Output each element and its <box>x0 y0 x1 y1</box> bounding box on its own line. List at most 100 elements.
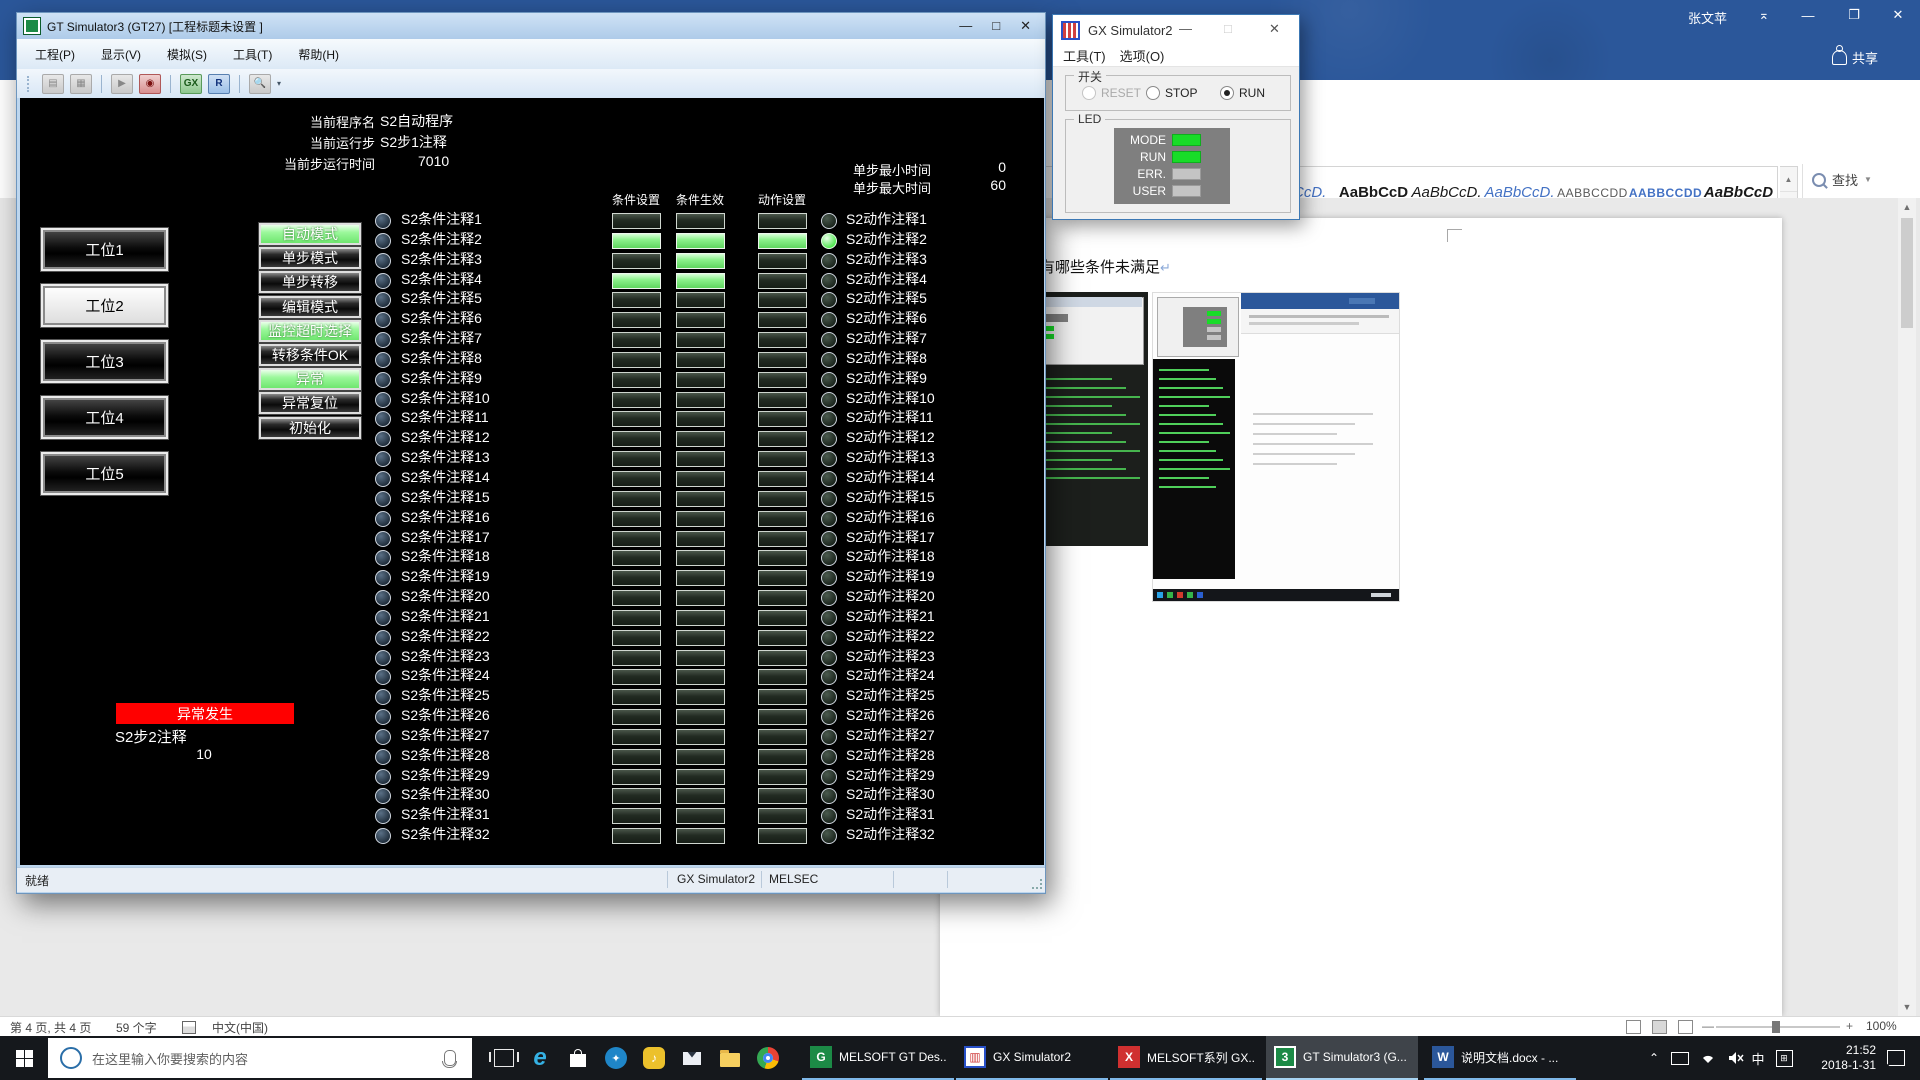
wifi-icon[interactable] <box>1696 1036 1720 1080</box>
gt-menu-模拟(S)[interactable]: 模拟(S) <box>167 46 207 63</box>
mode-button[interactable]: 转移条件OK <box>259 344 361 366</box>
station-button[interactable]: 工位2 <box>41 284 168 327</box>
mode-button[interactable]: 自动模式 <box>259 223 361 245</box>
action-center-icon[interactable] <box>1882 1036 1910 1080</box>
gt-window-title: GT Simulator3 (GT27) [工程标题未设置 ] <box>47 18 263 35</box>
gt-menu-工程(P)[interactable]: 工程(P) <box>35 46 75 63</box>
tray-chevron-icon[interactable]: ⌃ <box>1642 1036 1666 1080</box>
microphone-icon[interactable] <box>444 1050 456 1066</box>
gx-menu-工具(T)[interactable]: 工具(T) <box>1063 46 1106 65</box>
taskbar-app-gx-sim[interactable]: ▥GX Simulator2 <box>956 1036 1108 1080</box>
gt-title-bar[interactable]: GT Simulator3 (GT27) [工程标题未设置 ] — □ ✕ <box>17 13 1045 39</box>
condition-led <box>375 550 391 566</box>
word-minimize-button[interactable]: — <box>1786 0 1830 30</box>
proofing-icon[interactable] <box>182 1021 196 1034</box>
gx-minimize-button[interactable]: — <box>1179 21 1192 36</box>
condition-set-indicator <box>612 372 661 388</box>
gt-designer-icon[interactable]: R <box>208 74 230 94</box>
print-layout-icon[interactable] <box>1652 1020 1667 1034</box>
share-button[interactable]: 共享 <box>1832 48 1878 67</box>
gx-menu-选项(O)[interactable]: 选项(O) <box>1120 46 1165 65</box>
condition-valid-indicator <box>676 531 725 547</box>
zoom-out-button[interactable]: — <box>1702 1019 1714 1033</box>
gallery-scroll-up-icon[interactable]: ▲ <box>1780 167 1797 192</box>
word-restore-button[interactable]: ❐ <box>1832 0 1876 30</box>
gt-close-button[interactable]: ✕ <box>1020 18 1031 34</box>
web-layout-icon[interactable] <box>1678 1020 1693 1034</box>
gt-menu-帮助(H)[interactable]: 帮助(H) <box>298 46 339 63</box>
display-tray-icon[interactable] <box>1668 1036 1692 1080</box>
stop-simulation-icon[interactable]: ◉ <box>139 74 161 94</box>
scroll-down-icon[interactable]: ▼ <box>1898 1002 1916 1012</box>
zoom-slider-thumb[interactable] <box>1772 1021 1780 1033</box>
start-simulation-icon[interactable]: ▶ <box>111 74 133 94</box>
taskbar-clock[interactable]: 21:52 2018-1-31 <box>1800 1036 1876 1080</box>
save-project-icon[interactable]: ▦ <box>70 74 92 94</box>
action-set-indicator <box>758 491 807 507</box>
condition-valid-column <box>676 213 725 848</box>
taskbar-search-box[interactable]: 在这里输入你要搜索的内容 <box>48 1038 472 1078</box>
taskbar-app-gx-works[interactable]: XMELSOFT系列 GX... <box>1110 1036 1262 1080</box>
hmi-screen[interactable]: 当前程序名S2自动程序当前运行步S2步1注释当前步运行时间7010 单步最小时间… <box>20 98 1044 865</box>
edge-icon[interactable]: e <box>528 1046 552 1070</box>
music-app-icon[interactable]: ♪ <box>642 1046 666 1070</box>
file-explorer-icon[interactable] <box>718 1046 742 1070</box>
radio-run[interactable]: RUN <box>1220 86 1265 100</box>
toolbar-more-icon[interactable]: ▾ <box>277 79 281 88</box>
station-button[interactable]: 工位3 <box>41 340 168 383</box>
language-indicator[interactable]: 中文(中国) <box>212 1019 268 1036</box>
read-mode-icon[interactable] <box>1626 1020 1641 1034</box>
ime-language-indicator[interactable]: 中 <box>1748 1036 1768 1080</box>
task-view-button[interactable] <box>494 1049 514 1067</box>
document-text-line[interactable]: 有哪些条件未满足↵ <box>1040 256 1171 277</box>
word-close-button[interactable]: ✕ <box>1876 0 1920 30</box>
word-count[interactable]: 59 个字 <box>116 1019 157 1036</box>
start-button[interactable] <box>0 1036 48 1080</box>
page-indicator[interactable]: 第 4 页, 共 4 页 <box>10 1019 91 1036</box>
taskbar-app-word[interactable]: W说明文档.docx - ... <box>1424 1036 1576 1080</box>
taskbar-app-gt-sim[interactable]: 3GT Simulator3 (G... <box>1266 1036 1418 1080</box>
taskbar-app-gt-designer[interactable]: GMELSOFT GT Des... <box>802 1036 954 1080</box>
mode-button[interactable]: 单步转移 <box>259 271 361 293</box>
document-scrollbar[interactable]: ▲ ▼ <box>1898 198 1916 1016</box>
station-button[interactable]: 工位1 <box>41 228 168 271</box>
mode-button[interactable]: 异常复位 <box>259 392 361 414</box>
gx-monitor-icon[interactable]: GX <box>180 74 202 94</box>
ime-mode-icon[interactable]: ⊞ <box>1772 1036 1796 1080</box>
scroll-up-icon[interactable]: ▲ <box>1898 198 1916 212</box>
station-button[interactable]: 工位5 <box>41 452 168 495</box>
gx-close-button[interactable]: ✕ <box>1269 21 1280 37</box>
mode-button[interactable]: 监控超时选择 <box>259 320 361 342</box>
station-button[interactable]: 工位4 <box>41 396 168 439</box>
zoom-in-button[interactable]: + <box>1846 1019 1853 1033</box>
info-label: 当前步运行时间 <box>140 154 375 173</box>
open-project-icon[interactable]: ▤ <box>42 74 64 94</box>
mode-button[interactable]: 单步模式 <box>259 247 361 269</box>
gt-minimize-button[interactable]: — <box>959 18 972 34</box>
action-label: S2动作注释4 <box>846 272 935 287</box>
radio-stop[interactable]: STOP <box>1146 86 1197 100</box>
mode-button[interactable]: 编辑模式 <box>259 296 361 318</box>
security-app-icon[interactable]: ✦ <box>604 1046 628 1070</box>
scrollbar-thumb[interactable] <box>1901 218 1913 328</box>
embedded-screenshot-right[interactable] <box>1152 292 1400 602</box>
gx-title-bar[interactable]: GX Simulator2 — □ ✕ <box>1053 15 1299 45</box>
gt-menu-显示(V)[interactable]: 显示(V) <box>101 46 141 63</box>
mode-button[interactable]: 异常 <box>259 368 361 390</box>
mail-icon[interactable] <box>680 1046 704 1070</box>
ribbon-display-options-button[interactable]: ⌅ <box>1742 0 1786 30</box>
action-label: S2动作注释3 <box>846 252 935 267</box>
action-set-indicator <box>758 471 807 487</box>
volume-muted-icon[interactable] <box>1724 1036 1748 1080</box>
chrome-icon[interactable] <box>756 1046 780 1070</box>
resize-grip[interactable] <box>1032 879 1042 889</box>
store-icon[interactable] <box>566 1046 590 1070</box>
condition-set-indicator <box>612 808 661 824</box>
find-button[interactable]: 查找 ▼ <box>1812 170 1872 189</box>
action-led <box>821 709 837 725</box>
device-monitor-icon[interactable]: 🔍 <box>249 74 271 94</box>
zoom-level[interactable]: 100% <box>1866 1019 1897 1033</box>
gt-menu-工具(T)[interactable]: 工具(T) <box>233 46 272 63</box>
gt-maximize-button[interactable]: □ <box>992 18 1000 34</box>
mode-button[interactable]: 初始化 <box>259 417 361 439</box>
